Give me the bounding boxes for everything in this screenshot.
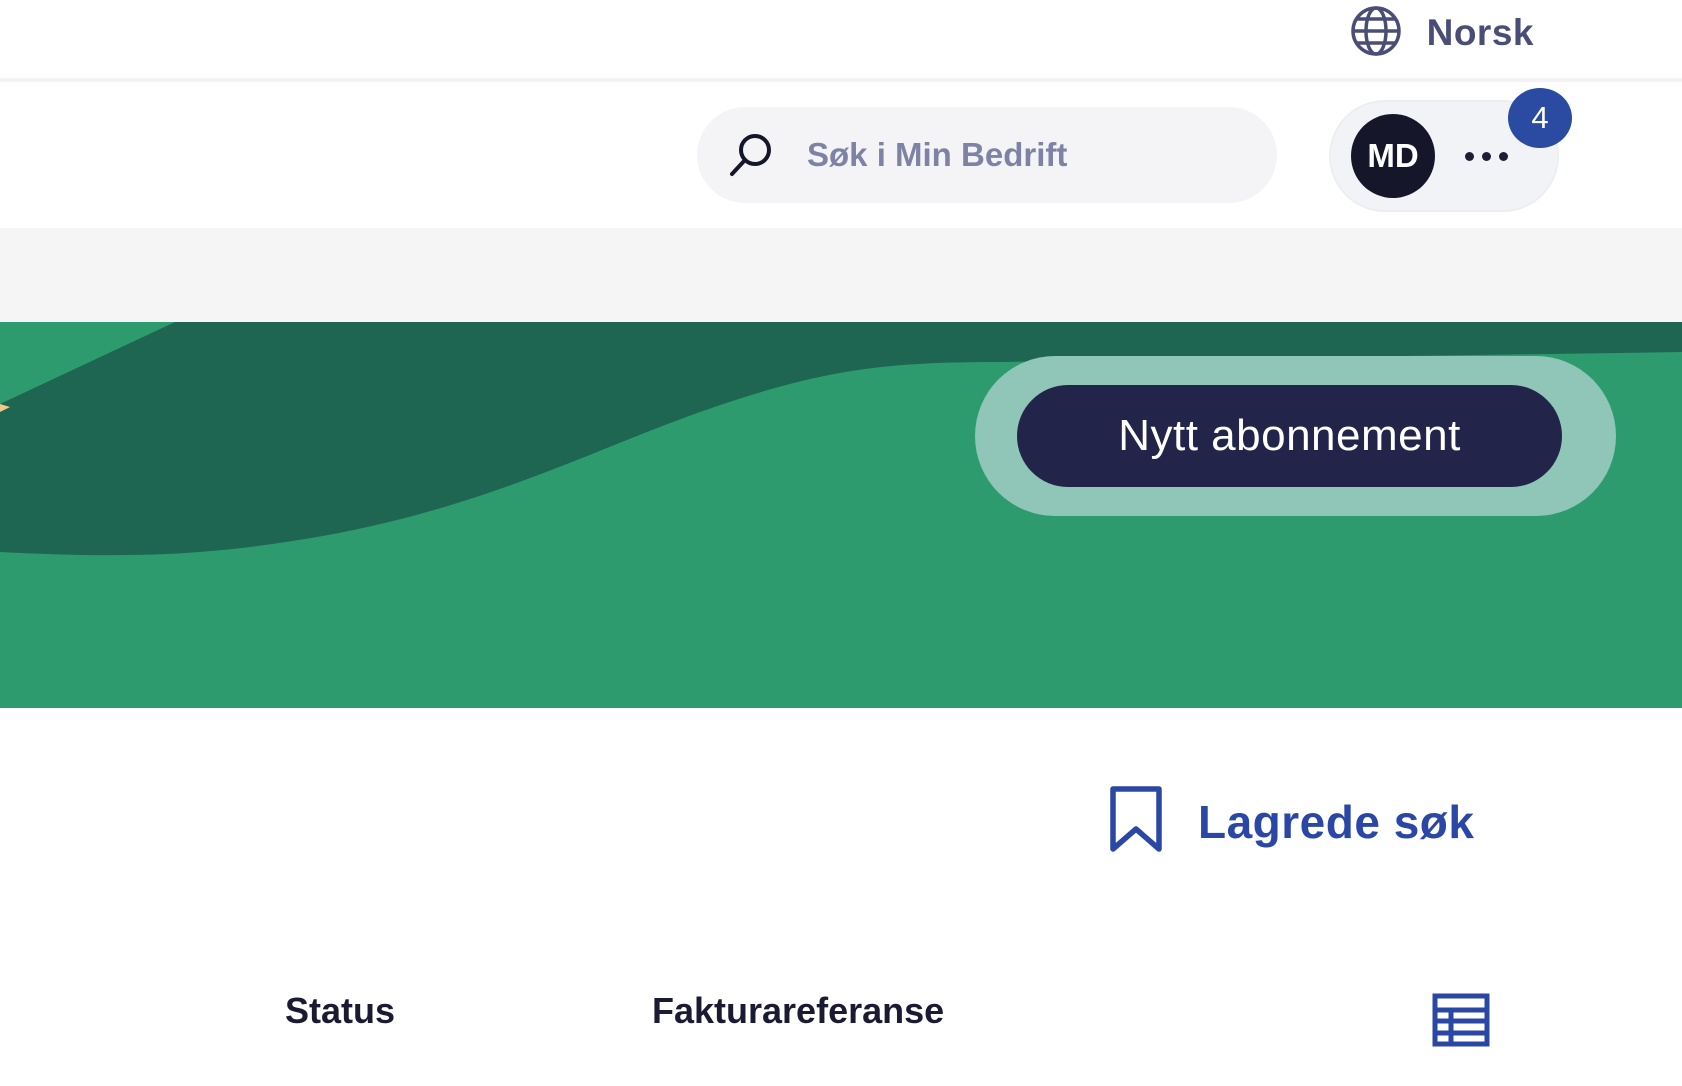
globe-icon bbox=[1349, 4, 1403, 63]
more-horizontal-icon[interactable] bbox=[1465, 136, 1508, 176]
search-bar[interactable] bbox=[697, 107, 1277, 203]
column-header-status[interactable]: Status bbox=[285, 990, 395, 1032]
new-subscription-button[interactable]: Nytt abonnement bbox=[1017, 385, 1562, 487]
saved-searches-link[interactable]: Lagrede søk bbox=[1108, 783, 1475, 861]
search-icon bbox=[725, 129, 777, 181]
avatar[interactable]: MD bbox=[1351, 114, 1435, 198]
column-header-invoice-reference[interactable]: Fakturareferanse bbox=[652, 990, 944, 1032]
table-view-icon[interactable] bbox=[1432, 993, 1492, 1047]
saved-searches-label: Lagrede søk bbox=[1198, 796, 1475, 848]
language-selector[interactable]: Norsk bbox=[1349, 0, 1534, 66]
subheader-band bbox=[0, 228, 1682, 322]
search-input[interactable] bbox=[805, 135, 1229, 175]
notification-badge: 4 bbox=[1508, 88, 1572, 148]
language-label: Norsk bbox=[1426, 12, 1534, 53]
bookmark-icon bbox=[1108, 785, 1164, 860]
